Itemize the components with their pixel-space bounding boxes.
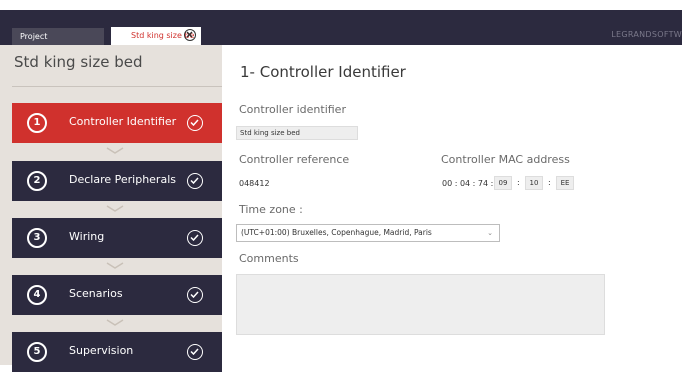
chevron-down-icon (106, 262, 124, 269)
project-title: Std king size bed (14, 53, 143, 71)
step-label: Supervision (69, 344, 134, 357)
step-label: Declare Peripherals (69, 173, 176, 186)
step-controller-identifier[interactable]: 1 Controller Identifier (12, 103, 222, 143)
step-declare-peripherals[interactable]: 2 Declare Peripherals (12, 161, 222, 201)
chevron-down-icon (106, 147, 124, 154)
comments-label: Comments (239, 252, 299, 265)
mac-field-2[interactable]: 10 (525, 176, 543, 190)
close-icon[interactable] (184, 29, 196, 41)
check-icon (187, 230, 203, 246)
step-number: 3 (27, 228, 47, 248)
mac-field-1[interactable]: 09 (494, 176, 512, 190)
step-supervision[interactable]: 5 Supervision (12, 332, 222, 372)
controller-identifier-field[interactable]: Std king size bed (236, 126, 358, 140)
mac-field-3[interactable]: EE (556, 176, 574, 190)
top-strip (0, 0, 682, 10)
check-icon (187, 173, 203, 189)
step-number: 1 (27, 113, 47, 133)
chevron-down-icon: ⌄ (487, 229, 493, 237)
tab-project[interactable]: Project (12, 28, 104, 45)
step-label: Controller Identifier (69, 115, 177, 128)
controller-reference-label: Controller reference (239, 153, 350, 166)
step-number: 5 (27, 342, 47, 362)
controller-reference-value: 048412 (239, 179, 270, 188)
page-title: 1- Controller Identifier (240, 63, 406, 81)
step-label: Wiring (69, 230, 105, 243)
check-icon (187, 344, 203, 360)
check-icon (187, 115, 203, 131)
step-number: 4 (27, 285, 47, 305)
mac-separator: : (548, 178, 551, 187)
timezone-select[interactable]: (UTC+01:00) Bruxelles, Copenhague, Madri… (236, 224, 500, 242)
step-scenarios[interactable]: 4 Scenarios (12, 275, 222, 315)
chevron-down-icon (106, 205, 124, 212)
mac-address-label: Controller MAC address (441, 153, 570, 166)
step-number: 2 (27, 171, 47, 191)
comments-textarea[interactable] (236, 274, 605, 335)
step-label: Scenarios (69, 287, 123, 300)
timezone-label: Time zone : (239, 203, 303, 216)
mac-separator: : (517, 178, 520, 187)
tab-project-file[interactable]: Std king size be (111, 27, 201, 45)
step-wiring[interactable]: 3 Wiring (12, 218, 222, 258)
chevron-down-icon (106, 319, 124, 326)
mac-prefix: 00 : 04 : 74 : (442, 179, 494, 188)
brand-label: LEGRANDSOFTW (611, 30, 682, 39)
check-icon (187, 287, 203, 303)
controller-identifier-label: Controller identifier (239, 103, 346, 116)
top-bar: Project Std king size be LEGRANDSOFTW (0, 0, 682, 45)
sidebar-divider (12, 86, 222, 87)
timezone-value: (UTC+01:00) Bruxelles, Copenhague, Madri… (241, 228, 432, 237)
